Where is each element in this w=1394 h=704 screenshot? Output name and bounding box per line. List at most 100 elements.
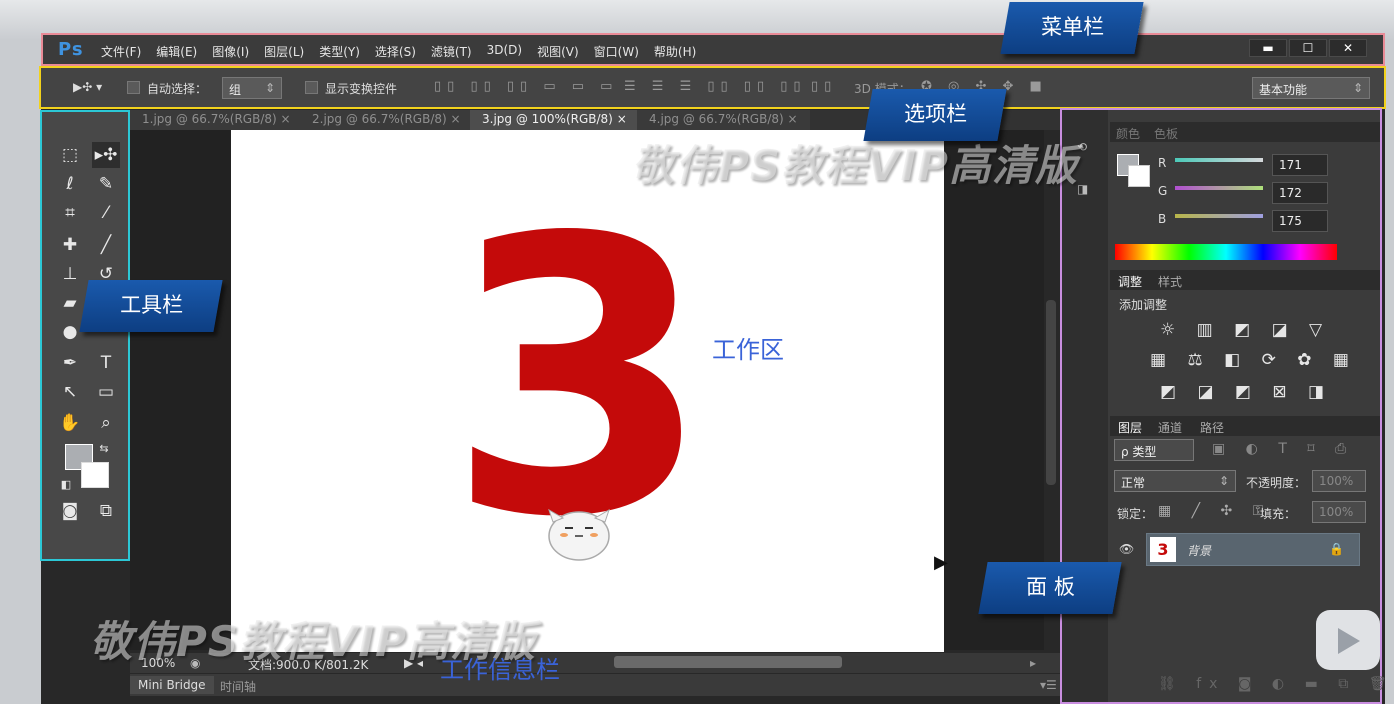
menu-3d[interactable]: 3D(D) [487, 43, 522, 60]
hand-tool-icon[interactable]: ✋ [56, 410, 84, 436]
panel-menu-icon[interactable]: ▾☰ [1040, 678, 1057, 692]
g-value[interactable]: 172 [1272, 182, 1328, 204]
stamp-tool-icon[interactable]: ⊥ [56, 261, 84, 287]
default-colors-icon[interactable]: ◧ [52, 472, 80, 498]
tab-close-icon[interactable]: × [281, 112, 291, 126]
brush-tool-icon[interactable]: ╱ [92, 232, 120, 258]
history-panel-icon[interactable]: ⟲ [1077, 140, 1087, 154]
blend-mode-value: 正常 [1121, 476, 1146, 490]
menu-bar: Ps 文件(F) 编辑(E) 图像(I) 图层(L) 类型(Y) 选择(S) 滤… [41, 33, 1385, 66]
layer-filter-dropdown[interactable]: ρ 类型 [1114, 439, 1194, 461]
blur-tool-icon[interactable]: ● [56, 319, 84, 345]
distribute-icons[interactable]: ☰ ☰ ☰ ▯▯ ▯▯ ▯▯ [624, 79, 807, 94]
layer-filter-icons[interactable]: ▣ ◐ T ⌑ ⎙ [1212, 441, 1354, 457]
menu-select[interactable]: 选择(S) [375, 43, 416, 60]
callout-toolbar-text: 工具栏 [119, 293, 183, 317]
auto-select-dropdown[interactable]: 组 ⇕ [222, 77, 282, 99]
auto-select-checkbox[interactable] [127, 81, 140, 94]
show-transform-checkbox[interactable] [305, 81, 318, 94]
lock-icons[interactable]: ▦ ╱ ✣ ⚿ [1158, 503, 1271, 519]
callout-menubar: 菜单栏 [1000, 2, 1144, 54]
menu-type[interactable]: 类型(Y) [319, 43, 360, 60]
lasso-tool-icon[interactable]: ℓ [56, 171, 84, 197]
workspace-dropdown[interactable]: 基本功能 ⇕ [1252, 77, 1370, 99]
menu-layer[interactable]: 图层(L) [264, 43, 304, 60]
scrollbar-thumb[interactable] [1046, 300, 1056, 485]
tools-panel: ⬚ ▸✣ ℓ ✎ ⌗ ⁄ ✚ ╱ ⊥ ↺ ▰ ● ✒ T ↖ ▭ ✋ ⌕ ⇆ ◧… [40, 110, 130, 561]
r-value[interactable]: 171 [1272, 154, 1328, 176]
menu-image[interactable]: 图像(I) [212, 43, 249, 60]
layer-filter-value: ρ 类型 [1121, 445, 1157, 459]
properties-panel-icon[interactable]: ◨ [1077, 182, 1088, 196]
tab-styles[interactable]: 样式 [1158, 273, 1182, 290]
menu-file[interactable]: 文件(F) [101, 43, 141, 60]
layer-row-background[interactable]: 3 背景 🔒 [1146, 533, 1360, 566]
tab-mini-bridge[interactable]: Mini Bridge [130, 676, 214, 694]
layers-footer-icons[interactable]: ⛓ fx ◙ ◐ ▬ ⧉ 🗑 [1158, 676, 1394, 692]
g-slider[interactable] [1175, 186, 1263, 190]
tab-close-icon[interactable]: × [617, 112, 627, 126]
tab-swatches[interactable]: 色板 [1154, 125, 1178, 142]
eyedropper-tool-icon[interactable]: ⁄ [92, 200, 120, 226]
adjustment-icons-row-3[interactable]: ◩ ◪ ◩ ⊠ ◨ [1160, 382, 1332, 402]
scroll-right-icon[interactable]: ▸ [1030, 656, 1036, 670]
document-canvas[interactable]: 3 [231, 130, 944, 652]
rectangle-tool-icon[interactable]: ▭ [92, 379, 120, 405]
tab-color[interactable]: 颜色 [1116, 125, 1140, 142]
menu-filter[interactable]: 滤镜(T) [431, 43, 472, 60]
path-select-icon[interactable]: ↖ [56, 379, 84, 405]
quick-mask-icon[interactable]: ◙ [56, 498, 84, 524]
align-icons[interactable]: ▯▯ ▯▯ ▯▯ ▭ ▭ ▭ [434, 79, 618, 94]
fill-field[interactable]: 100% [1312, 501, 1366, 523]
r-slider[interactable] [1175, 158, 1263, 162]
ps-logo: Ps [58, 39, 84, 60]
b-value[interactable]: 175 [1272, 210, 1328, 232]
menu-view[interactable]: 视图(V) [537, 43, 579, 60]
marquee-tool-icon[interactable]: ⬚ [56, 142, 84, 168]
menu-window[interactable]: 窗口(W) [594, 43, 639, 60]
tab-3[interactable]: 3.jpg @ 100%(RGB/8) × [470, 110, 639, 130]
pen-tool-icon[interactable]: ✒ [56, 350, 84, 376]
color-spectrum[interactable] [1115, 244, 1337, 260]
opacity-field[interactable]: 100% [1312, 470, 1366, 492]
swap-colors-icon[interactable]: ⇆ [90, 436, 118, 462]
layer-name[interactable]: 背景 [1187, 542, 1211, 559]
zoom-tool-icon[interactable]: ⌕ [92, 410, 120, 436]
close-button[interactable]: ✕ [1329, 39, 1367, 57]
tab-adjustments[interactable]: 调整 [1118, 273, 1142, 290]
background-color-swatch[interactable] [81, 462, 109, 488]
tab-1[interactable]: 1.jpg @ 66.7%(RGB/8) × [130, 110, 303, 130]
b-slider[interactable] [1175, 214, 1263, 218]
healing-brush-icon[interactable]: ✚ [56, 232, 84, 258]
callout-options-text: 选项栏 [903, 102, 967, 126]
tab-4[interactable]: 4.jpg @ 66.7%(RGB/8) × [637, 110, 810, 130]
type-tool-icon[interactable]: T [92, 350, 120, 376]
tab-layers[interactable]: 图层 [1118, 419, 1142, 436]
move-tool-preset-icon[interactable]: ▶✣ ▾ [73, 80, 102, 94]
eraser-tool-icon[interactable]: ▰ [56, 290, 84, 316]
tab-paths[interactable]: 路径 [1200, 419, 1224, 436]
quick-select-tool-icon[interactable]: ✎ [92, 171, 120, 197]
tab-close-icon[interactable]: × [788, 112, 798, 126]
blend-mode-dropdown[interactable]: 正常 ⇕ [1114, 470, 1236, 492]
tab-timeline[interactable]: 时间轴 [220, 678, 256, 695]
adjustment-icons-row-2[interactable]: ▦ ⚖ ◧ ⟳ ✿ ▦ [1150, 350, 1357, 370]
auto-align-icon[interactable]: ▯▯ [811, 79, 837, 94]
move-tool-icon[interactable]: ▸✣ [92, 142, 120, 168]
adjustment-icons-row-1[interactable]: ☼ ▥ ◩ ◪ ▽ [1160, 320, 1330, 340]
tab-2[interactable]: 2.jpg @ 66.7%(RGB/8) × [300, 110, 473, 130]
canvas-art: 3 [447, 157, 711, 600]
menu-list: 文件(F) 编辑(E) 图像(I) 图层(L) 类型(Y) 选择(S) 滤镜(T… [101, 43, 711, 60]
color-background-swatch[interactable] [1128, 165, 1150, 187]
tab-close-icon[interactable]: × [451, 112, 461, 126]
horizontal-scrollbar-thumb[interactable] [614, 656, 842, 668]
maximize-button[interactable]: ☐ [1289, 39, 1327, 57]
b-label: B [1158, 212, 1167, 226]
screen-mode-icon[interactable]: ⧉ [92, 498, 120, 524]
layer-visibility-eye-icon[interactable]: 👁 [1119, 542, 1134, 556]
menu-help[interactable]: 帮助(H) [654, 43, 696, 60]
menu-edit[interactable]: 编辑(E) [156, 43, 197, 60]
minimize-button[interactable]: ▬ [1249, 39, 1287, 57]
tab-channels[interactable]: 通道 [1158, 419, 1182, 436]
crop-tool-icon[interactable]: ⌗ [56, 200, 84, 226]
